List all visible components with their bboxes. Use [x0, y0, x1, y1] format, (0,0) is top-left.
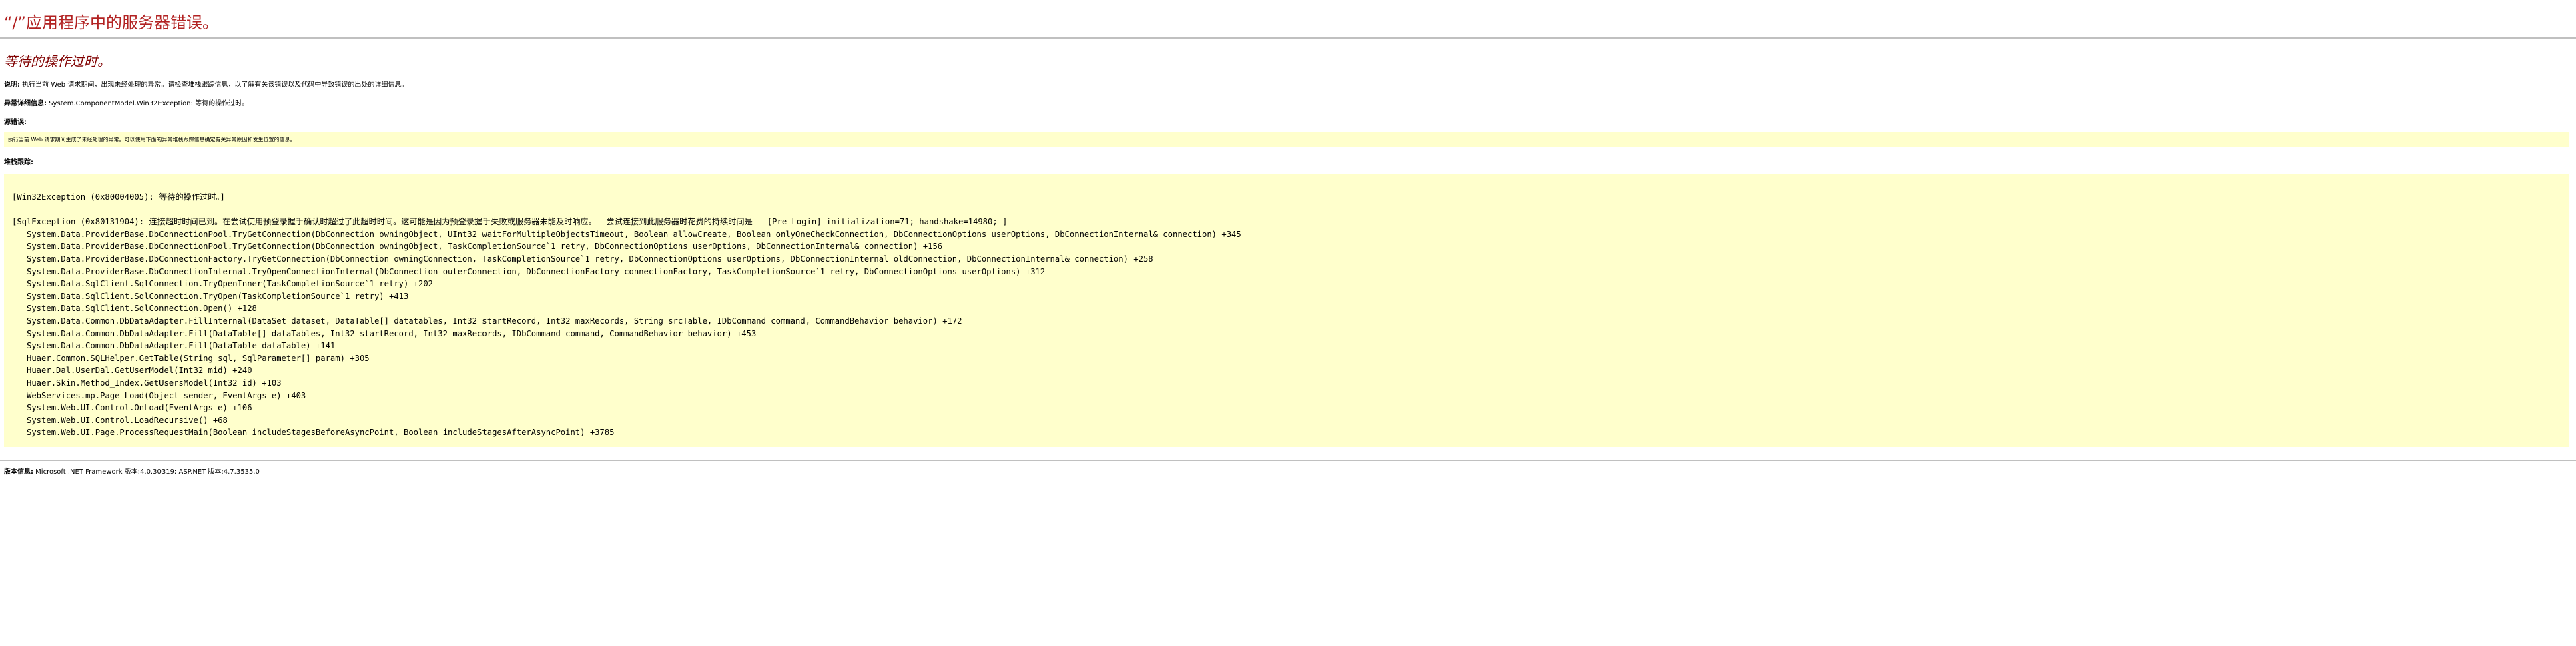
version-info-text: Microsoft .NET Framework 版本:4.0.30319; A…: [33, 468, 260, 476]
source-error-text: 执行当前 Web 请求期间生成了未经处理的异常。可以使用下面的异常堆栈跟踪信息确…: [8, 137, 296, 143]
stack-trace-line: [SqlException (0x80131904): 连接超时时间已到。在尝试…: [12, 217, 1008, 227]
page-title: “/”应用程序中的服务器错误。: [4, 13, 218, 32]
stack-trace-line: System.Web.UI.Control.LoadRecursive() +6…: [12, 415, 228, 425]
stack-trace-line: System.Data.SqlClient.SqlConnection.Open…: [12, 304, 257, 314]
description-text: 执行当前 Web 请求期间，出现未经处理的异常。请检查堆栈跟踪信息，以了解有关该…: [20, 81, 408, 89]
error-subtitle: 等待的操作过时。: [4, 53, 111, 69]
description-line: 说明: 执行当前 Web 请求期间，出现未经处理的异常。请检查堆栈跟踪信息，以了…: [4, 79, 408, 89]
stack-trace-line: System.Data.ProviderBase.DbConnectionInt…: [12, 266, 1046, 276]
stack-trace-line: System.Data.ProviderBase.DbConnectionPoo…: [12, 242, 943, 252]
source-error-heading: 源错误:: [4, 116, 27, 126]
stack-trace-heading: 堆栈跟踪:: [4, 156, 33, 166]
stack-trace-line: Huaer.Skin.Method_Index.GetUsersModel(In…: [12, 378, 282, 388]
stack-trace-box: [Win32Exception (0x80004005): 等待的操作过时。] […: [4, 174, 2569, 447]
version-info-line: 版本信息: Microsoft .NET Framework 版本:4.0.30…: [4, 466, 260, 476]
stack-trace-line: System.Data.ProviderBase.DbConnectionFac…: [12, 254, 1153, 264]
stack-trace-label: 堆栈跟踪:: [4, 159, 33, 166]
footer-divider: [0, 460, 2576, 461]
description-label: 说明:: [4, 81, 20, 89]
stack-trace-line: [12, 204, 1241, 216]
version-info-label: 版本信息:: [4, 468, 33, 476]
stack-trace-line: System.Data.Common.DbDataAdapter.Fill(Da…: [12, 341, 336, 351]
stack-trace-text: [Win32Exception (0x80004005): 等待的操作过时。] […: [12, 191, 1241, 439]
source-error-label: 源错误:: [4, 119, 27, 126]
exception-details-label: 异常详细信息:: [4, 100, 47, 107]
stack-trace-line: System.Data.Common.DbDataAdapter.Fill(Da…: [12, 328, 757, 338]
stack-trace-line: System.Data.SqlClient.SqlConnection.TryO…: [12, 291, 409, 301]
stack-trace-line: System.Data.SqlClient.SqlConnection.TryO…: [12, 279, 434, 289]
stack-trace-line: Huaer.Common.SQLHelper.GetTable(String s…: [12, 353, 370, 363]
stack-trace-line: System.Data.ProviderBase.DbConnectionPoo…: [12, 229, 1241, 239]
source-error-box: 执行当前 Web 请求期间生成了未经处理的异常。可以使用下面的异常堆栈跟踪信息确…: [4, 132, 2569, 147]
stack-trace-line: Huaer.Dal.UserDal.GetUserModel(Int32 mid…: [12, 366, 252, 376]
exception-details-text: System.ComponentModel.Win32Exception: 等待…: [47, 100, 249, 107]
exception-details-line: 异常详细信息: System.ComponentModel.Win32Excep…: [4, 97, 248, 107]
title-divider: [0, 37, 2576, 39]
stack-trace-line: System.Web.UI.Page.ProcessRequestMain(Bo…: [12, 428, 615, 438]
stack-trace-line: System.Data.Common.DbDataAdapter.FillInt…: [12, 316, 962, 326]
stack-trace-line: System.Web.UI.Control.OnLoad(EventArgs e…: [12, 403, 252, 413]
stack-trace-line: [Win32Exception (0x80004005): 等待的操作过时。]: [12, 192, 225, 202]
stack-trace-line: WebServices.mp.Page_Load(Object sender, …: [12, 390, 306, 400]
